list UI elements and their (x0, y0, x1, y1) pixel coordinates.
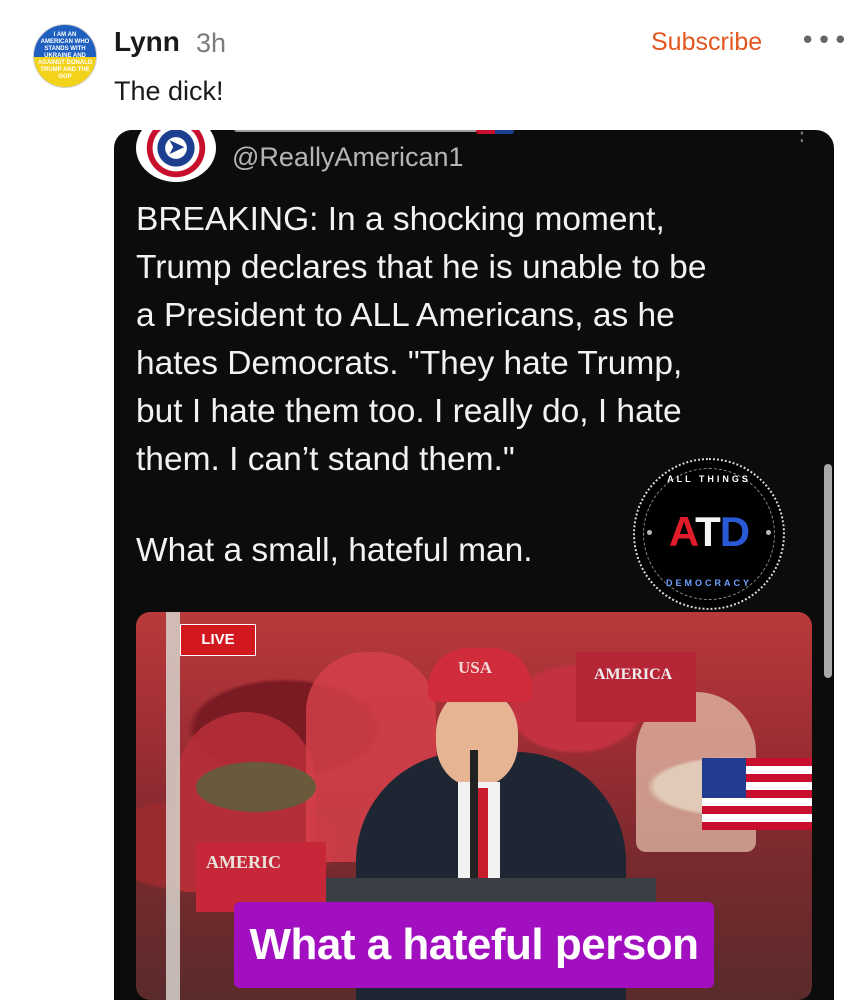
atd-letters: ATD (635, 508, 783, 556)
atd-logo: ALL THINGS ATD DEMOCRACY (633, 458, 785, 610)
cursor-icon: ➤ (167, 135, 186, 160)
more-options-icon[interactable]: ••• (800, 26, 849, 56)
us-flag (702, 758, 812, 830)
flag-icon (476, 130, 514, 134)
author-name[interactable]: Lynn (114, 26, 180, 58)
atd-dot-right (766, 530, 771, 535)
pole (166, 612, 180, 1000)
tweet-display-name-cropped (234, 130, 494, 132)
tweet-more-icon: ⋮ (791, 130, 813, 146)
crowd-hat (196, 762, 316, 812)
scrollbar[interactable] (824, 464, 832, 678)
speaker-hat: USA (428, 648, 532, 702)
embedded-image[interactable]: ➤ @ReallyAmerican1 ⋮ BREAKING: In a shoc… (114, 130, 834, 1000)
post-time: 3h (196, 28, 227, 58)
tweet-handle: @ReallyAmerican1 (232, 142, 464, 172)
avatar-text: I AM AN AMERICAN WHO STANDS WITH UKRAINE… (37, 31, 93, 80)
author-avatar[interactable]: I AM AN AMERICAN WHO STANDS WITH UKRAINE… (33, 24, 97, 88)
live-badge: LIVE (180, 624, 256, 656)
post-text: The dick! (114, 76, 224, 106)
atd-top-text: ALL THINGS (667, 474, 751, 484)
hat-text: USA (458, 658, 493, 677)
atd-bottom-text: DEMOCRACY (665, 578, 752, 588)
tweet-closing-line: What a small, hateful man. (136, 532, 533, 569)
video-caption: What a hateful person (234, 902, 714, 988)
atd-letter-a: A (668, 508, 696, 555)
microphone (470, 750, 478, 880)
atd-letter-t: T (695, 508, 721, 555)
video-frame[interactable]: AMERICA AMERIC USA LIVE What a hateful p… (136, 612, 812, 1000)
tweet-body: BREAKING: In a shocking moment, Trump de… (136, 201, 707, 478)
tweet-avatar: ➤ (136, 130, 216, 182)
subscribe-button[interactable]: Subscribe (651, 28, 762, 57)
atd-letter-d: D (719, 508, 750, 555)
crowd-sign: AMERICA (576, 652, 696, 722)
atd-dot-left (647, 530, 652, 535)
